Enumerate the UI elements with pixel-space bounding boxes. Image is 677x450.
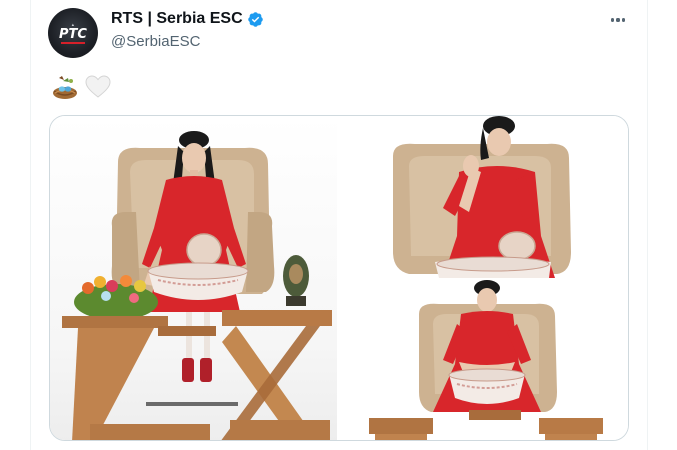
author-handle[interactable]: @SerbiaESC [111, 33, 200, 50]
white-heart-emoji-icon [85, 75, 111, 98]
more-dot [616, 18, 620, 22]
avatar[interactable]: ▲ РТС [48, 8, 98, 58]
tweet-text [50, 72, 112, 102]
photo-woman-with-basin[interactable] [339, 280, 628, 440]
photo-woman-in-chair-with-tables[interactable] [50, 116, 337, 440]
more-horizontal-icon[interactable] [607, 10, 629, 30]
photo-b-illustration [393, 116, 571, 278]
media-grid[interactable] [49, 115, 629, 441]
avatar-logo-bar [61, 42, 85, 44]
photo-woman-hands-raised[interactable] [339, 116, 628, 278]
more-dot [611, 18, 615, 22]
photo-c-illustration [369, 280, 603, 440]
timeline-border-right [647, 0, 648, 450]
more-dot [621, 18, 625, 22]
bird-nest-emoji-icon [53, 76, 77, 99]
photo-a-illustration [62, 131, 332, 440]
author-name-row[interactable]: RTS | Serbia ESC [111, 10, 264, 28]
avatar-logo: РТС [59, 27, 87, 42]
author-display-name[interactable]: RTS | Serbia ESC [111, 10, 243, 28]
verified-badge-icon [247, 11, 263, 27]
timeline-border-left [30, 0, 31, 450]
